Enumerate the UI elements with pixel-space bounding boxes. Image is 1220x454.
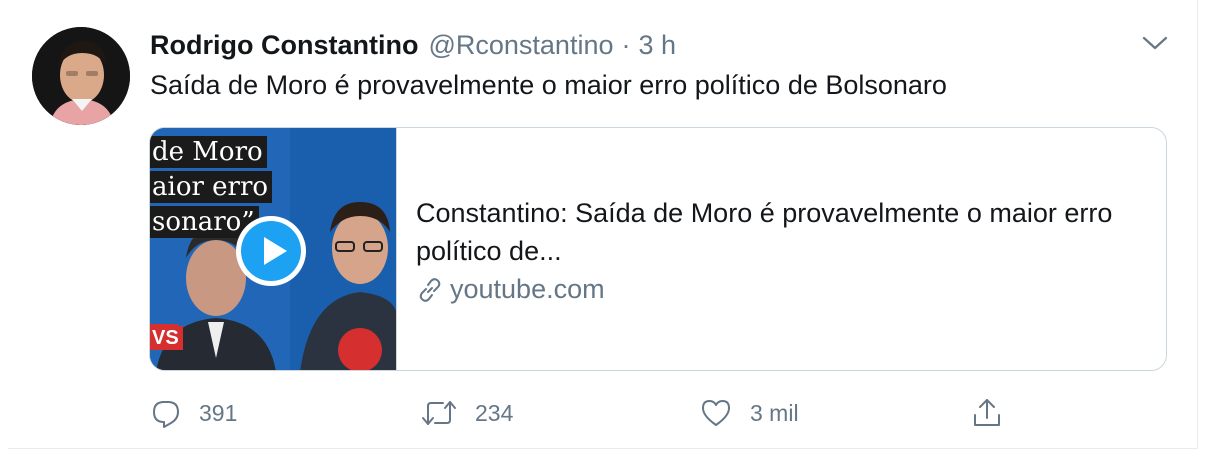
avatar-photo	[32, 27, 130, 125]
tweet-text: Saída de Moro é provavelmente o maior er…	[150, 70, 947, 100]
link-icon	[419, 277, 441, 302]
thumbnail-caption-line-2: aior erro	[150, 171, 273, 203]
link-card[interactable]: de Moro aior erro sonaro” VS Constantino…	[149, 127, 1167, 371]
chevron-down-icon[interactable]	[1142, 34, 1168, 52]
play-icon[interactable]	[235, 215, 307, 287]
tweet-actions: 391 234 3 mil	[151, 393, 1011, 433]
author-name[interactable]: Rodrigo Constantino	[150, 30, 418, 61]
share-button[interactable]	[971, 393, 1003, 433]
share-icon	[974, 399, 1000, 426]
retweet-button[interactable]: 234	[421, 393, 513, 433]
heart-icon	[702, 400, 730, 426]
card-domain[interactable]: youtube.com	[416, 274, 605, 305]
thumbnail-badge: VS	[150, 326, 183, 350]
like-button[interactable]: 3 mil	[700, 393, 799, 433]
reply-count: 391	[199, 399, 238, 426]
tweet-header: Rodrigo Constantino @Rconstantino · 3 h	[150, 30, 676, 64]
retweet-icon	[422, 401, 456, 425]
tweet[interactable]: Rodrigo Constantino @Rconstantino · 3 h …	[8, 0, 1198, 449]
timestamp[interactable]: 3 h	[638, 30, 676, 61]
separator-dot: ·	[621, 30, 631, 60]
like-count: 3 mil	[750, 399, 799, 426]
card-thumbnail[interactable]: de Moro aior erro sonaro” VS	[150, 128, 397, 370]
reply-icon	[153, 401, 179, 428]
reply-button[interactable]: 391	[151, 393, 237, 433]
author-handle[interactable]: @Rconstantino	[428, 30, 613, 61]
card-domain-text: youtube.com	[450, 274, 605, 304]
retweet-count: 234	[475, 399, 514, 426]
thumbnail-caption-line-1: de Moro	[150, 136, 267, 168]
avatar[interactable]	[32, 27, 130, 125]
card-title[interactable]: Constantino: Saída de Moro é provavelmen…	[416, 194, 1156, 270]
